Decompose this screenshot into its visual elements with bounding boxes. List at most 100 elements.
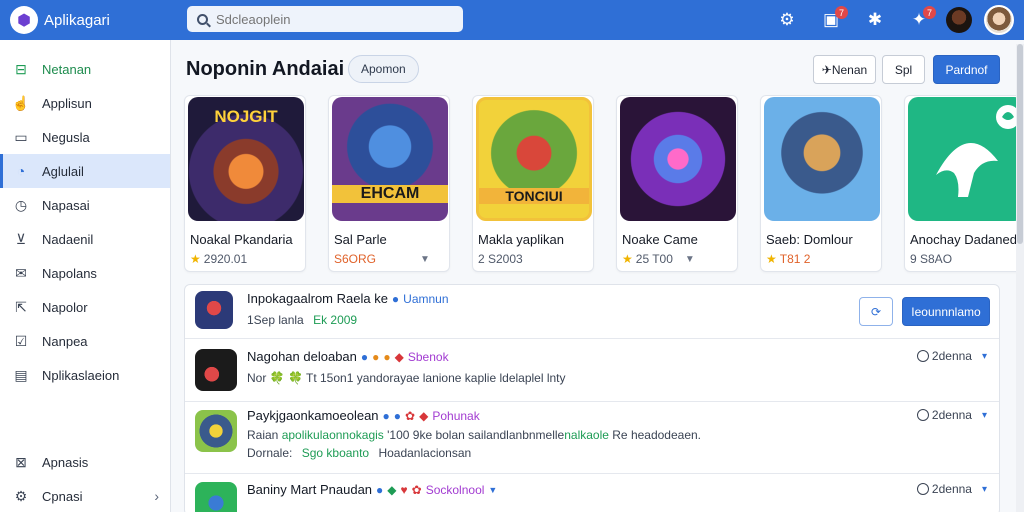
- feed-row-tag[interactable]: Sockolnool: [426, 483, 485, 497]
- app-art-image: TONCIUI: [476, 97, 592, 221]
- page-title: Noponin Andaiai: [186, 58, 345, 80]
- feed-row[interactable]: Paykjgaonkamoeolean ● ● ✿ ◆ Pohunak Raia…: [185, 402, 999, 474]
- leaf-logo-icon: [936, 105, 1020, 197]
- feed-row-text: Raian apolikulaonnokagis '100 9ke bolan …: [247, 428, 701, 442]
- user-avatar[interactable]: [984, 5, 1014, 35]
- app-card-title: Noakal Pkandaria: [190, 232, 293, 247]
- verified-icon: ●: [376, 482, 384, 497]
- feed-row-tag[interactable]: Sbenok: [408, 350, 449, 364]
- app-card-title: Makla yaplikan: [478, 232, 564, 247]
- app-card[interactable]: Noake Came ★ 25 T00 ▼: [616, 95, 738, 272]
- refresh-button[interactable]: ⟳: [859, 297, 893, 326]
- app-card[interactable]: EHCAM Sal Parle S6ORG ▼: [328, 95, 450, 272]
- sidebar-item-label: Nadaenil: [42, 231, 94, 247]
- heart-icon: ♥: [400, 482, 408, 497]
- app-card[interactable]: Saeb: Domlour ★ T81 2: [760, 95, 882, 272]
- app-card[interactable]: NOJGIT Noakal Pkandaria ★ 2920.01: [184, 95, 306, 272]
- sidebar-item-label: Apnasis: [42, 454, 89, 470]
- store-icon: ⊟: [15, 60, 27, 77]
- sidebar-item-label: Napolans: [42, 265, 97, 281]
- share-icon[interactable]: ✦ 7: [904, 5, 936, 35]
- avatar[interactable]: [946, 7, 972, 33]
- chevron-down-icon[interactable]: ▾: [982, 351, 987, 362]
- filter-button[interactable]: ✈Nenan: [813, 55, 876, 84]
- sidebar-item-label: Cpnasi: [42, 488, 83, 504]
- sidebar-item-aglulail[interactable]: ◔ Aglulail: [0, 154, 170, 188]
- sidebar-item-napolans[interactable]: ✉ Napolans: [0, 256, 170, 290]
- feed-action-button[interactable]: Ieounnnlamo: [902, 297, 990, 326]
- star-icon: ★: [622, 252, 633, 266]
- feed-row[interactable]: Nagohan deloaban ● ● ● ◆ Sbenok Nor 🍀 🍀 …: [185, 339, 999, 402]
- sidebar-item-label: Napolor: [42, 299, 88, 315]
- chevron-right-icon[interactable]: ›: [154, 488, 159, 504]
- mail-icon: ✉: [15, 264, 27, 281]
- bell-icon[interactable]: ✱: [860, 5, 890, 35]
- sidebar-item-negusla[interactable]: ▭ Negusla: [0, 120, 170, 154]
- chevron-down-icon[interactable]: ▼: [488, 485, 497, 495]
- feed-row[interactable]: Baniny Mart Pnaudan ● ◆ ♥ ✿ Sockolnool ▼…: [185, 474, 999, 512]
- flower-icon: ✿: [411, 482, 422, 497]
- sidebar-item-napasai[interactable]: ◷ Napasai: [0, 188, 170, 222]
- sidebar-item-cpnasi[interactable]: ⚙ Cpnasi ›: [0, 479, 171, 512]
- search-input[interactable]: [216, 11, 446, 27]
- feed-row-text-part: Re headodeaen.: [612, 428, 702, 442]
- sidebar-item-label: Nplikaslaeion: [42, 367, 120, 383]
- feed-row-tag[interactable]: Pohunak: [432, 409, 479, 423]
- bookmark-icon[interactable]: ▣ 7: [816, 5, 848, 35]
- sort-button[interactable]: Spl: [882, 55, 925, 84]
- sidebar-item-nplikaslaeion[interactable]: ▤ Nplikaslaeion: [0, 358, 170, 392]
- feed-header: Inpokagaalrom Raela ke ● Uamnun 1Sep lan…: [185, 285, 999, 339]
- leaf-icon: ◆: [387, 482, 397, 497]
- notification-badge: 7: [835, 6, 848, 19]
- app-card-meta: 2 S2003: [478, 252, 523, 266]
- download-icon: ⊻: [15, 230, 27, 247]
- app-avatar[interactable]: [195, 291, 233, 329]
- app-card[interactable]: TONCIUI Makla yaplikan 2 S2003: [472, 95, 594, 272]
- heart-icon: ◆: [419, 408, 429, 423]
- search-box[interactable]: [187, 6, 463, 32]
- app-avatar[interactable]: [195, 482, 237, 512]
- app-card-title: Anochay Dadaned: [910, 232, 1017, 247]
- chevron-down-icon[interactable]: ▾: [982, 410, 987, 421]
- search-icon: [197, 13, 208, 25]
- app-card[interactable]: Anochay Dadaned 9 S8AO: [904, 95, 1024, 272]
- app-art-image: EHCAM: [332, 97, 448, 221]
- feed-header-tag[interactable]: Uamnun: [403, 292, 448, 306]
- feed-row-text-part: Hoadanlacionsan: [378, 446, 472, 460]
- chevron-down-icon[interactable]: ▼: [685, 254, 695, 265]
- app-card-meta-value: 25 T00: [635, 252, 673, 266]
- clock-icon: ◷: [14, 196, 28, 213]
- chevron-down-icon[interactable]: ▾: [982, 484, 987, 495]
- chevron-down-icon[interactable]: ▼: [420, 254, 430, 265]
- feed-row-text-highlight: Sgo kboanto: [301, 446, 370, 460]
- sidebar-item-napolor[interactable]: ⇱ Napolor: [0, 290, 170, 324]
- sidebar-item-nanpea[interactable]: ☑ Nanpea: [0, 324, 170, 358]
- feed-row-title: Nagohan deloaban ● ● ● ◆ Sbenok: [247, 349, 449, 364]
- sidebar-item-apnasis[interactable]: ⊠ Apnasis: [0, 445, 171, 479]
- clock-icon: [916, 483, 929, 495]
- feed-header-sub-value: Ek 2009: [313, 313, 358, 327]
- sidebar-item-label: Aglulail: [42, 163, 84, 179]
- app-card-meta-value: S6ORG: [334, 252, 377, 266]
- primary-action-button[interactable]: Pardnof: [933, 55, 1000, 84]
- sidebar-item-nadaenil[interactable]: ⊻ Nadaenil: [0, 222, 170, 256]
- main-content: Noponin Andaiai Apomon ✈Nenan Spl Pardno…: [171, 40, 1024, 512]
- app-avatar[interactable]: [195, 410, 237, 452]
- sidebar-item-label: Napasai: [42, 197, 90, 213]
- list-icon: ▤: [14, 366, 28, 383]
- app-avatar[interactable]: [195, 349, 237, 391]
- filter-pill[interactable]: Apomon: [348, 55, 419, 83]
- app-card-title: Saeb: Domlour: [766, 232, 853, 247]
- scrollbar[interactable]: [1016, 44, 1024, 512]
- heart-icon: ◆: [394, 349, 404, 364]
- scroll-thumb[interactable]: [1017, 44, 1023, 244]
- sidebar-item-netanan[interactable]: ⊟ Netanan: [0, 52, 170, 86]
- clock-icon: [916, 409, 929, 421]
- feed-row-title: Paykjgaonkamoeolean ● ● ✿ ◆ Pohunak: [247, 408, 480, 423]
- verified-icon: ●: [360, 349, 369, 364]
- app-card-title: Noake Came: [622, 232, 698, 247]
- settings-icon: ⚙: [14, 487, 28, 504]
- gear-icon[interactable]: ⚙: [772, 5, 802, 35]
- app-logo[interactable]: ⬢ Aplikagari: [10, 6, 110, 34]
- sidebar-item-applisun[interactable]: ☝ Applisun: [0, 86, 170, 120]
